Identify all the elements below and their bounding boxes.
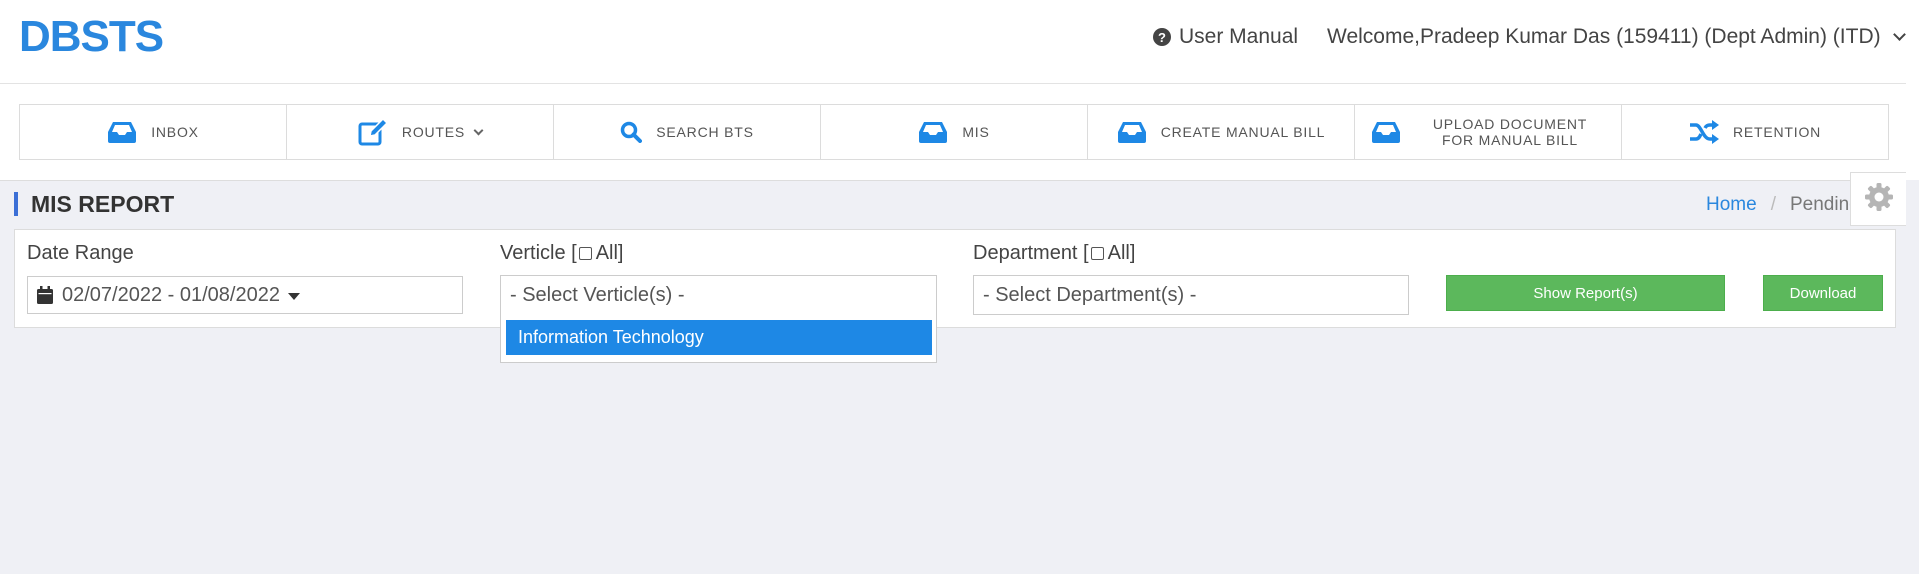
chevron-down-icon	[1892, 27, 1906, 41]
nav-item-search-bts[interactable]: SEARCH BTS	[554, 105, 821, 159]
inbox-icon	[918, 121, 948, 143]
chevron-down-icon	[473, 125, 484, 135]
question-circle-icon: ?	[1153, 28, 1171, 46]
date-range-picker[interactable]: 02/07/2022 - 01/08/2022	[27, 276, 463, 314]
nav-item-routes[interactable]: ROUTES	[287, 105, 554, 159]
department-placeholder: - Select Department(s) -	[983, 283, 1197, 306]
verticle-select[interactable]: - Select Verticle(s) -	[500, 275, 937, 315]
nav-label: ROUTES	[401, 124, 466, 140]
nav-item-mis[interactable]: MIS	[821, 105, 1088, 159]
top-bar: DBSTS ? User Manual Welcome,Pradeep Kuma…	[0, 0, 1919, 84]
inbox-icon	[107, 121, 137, 143]
calendar-icon	[37, 286, 53, 304]
dropdown-option[interactable]: Information Technology	[506, 320, 932, 355]
nav-label: UPLOAD DOCUMENT FOR MANUAL BILL	[1432, 116, 1588, 148]
verticle-placeholder: - Select Verticle(s) -	[510, 283, 685, 306]
filter-panel: Date Range 02/07/2022 - 01/08/2022 Verti…	[14, 229, 1896, 328]
breadcrumb: Home / Pending	[1706, 194, 1860, 216]
app-logo[interactable]: DBSTS	[19, 12, 164, 62]
breadcrumb-home[interactable]: Home	[1706, 194, 1757, 216]
verticle-label: Verticle [ All]	[500, 242, 624, 265]
department-select[interactable]: - Select Department(s) -	[973, 275, 1409, 315]
nav-item-create-manual-bill[interactable]: CREATE MANUAL BILL	[1088, 105, 1355, 159]
nav-label: SEARCH BTS	[656, 124, 754, 140]
show-report-button[interactable]: Show Report(s)	[1446, 275, 1725, 311]
inbox-icon	[1117, 121, 1147, 143]
nav-label: INBOX	[151, 124, 199, 140]
nav-item-inbox[interactable]: INBOX	[20, 105, 287, 159]
nav-label: RETENTION	[1732, 124, 1822, 140]
verticle-all-label: All]	[595, 242, 624, 264]
user-manual-link[interactable]: ? User Manual	[1153, 25, 1298, 49]
verticle-label-text: Verticle [	[500, 242, 577, 264]
scrollbar[interactable]	[1906, 0, 1919, 180]
caret-down-icon	[287, 292, 300, 300]
date-range-label: Date Range	[27, 242, 134, 264]
department-label: Department [ All]	[973, 242, 1135, 265]
nav-item-retention[interactable]: RETENTION	[1622, 105, 1888, 159]
download-button[interactable]: Download	[1763, 275, 1883, 311]
nav-wrapper: INBOX ROUTES SEARCH BTS MIS CREATE MANUA…	[0, 84, 1906, 181]
nav-label: CREATE MANUAL BILL	[1160, 124, 1326, 140]
search-icon	[620, 121, 643, 143]
nav-item-upload-document[interactable]: UPLOAD DOCUMENT FOR MANUAL BILL	[1355, 105, 1622, 159]
verticle-all-checkbox[interactable]	[578, 247, 592, 260]
welcome-text: Welcome,Pradeep Kumar Das (159411) (Dept…	[1327, 25, 1881, 48]
department-all-checkbox[interactable]	[1090, 247, 1104, 260]
department-all-label: All]	[1107, 242, 1136, 264]
user-manual-label: User Manual	[1179, 25, 1299, 48]
date-range-value: 02/07/2022 - 01/08/2022	[62, 283, 280, 306]
shuffle-icon	[1689, 120, 1719, 144]
main-nav: INBOX ROUTES SEARCH BTS MIS CREATE MANUA…	[19, 104, 1889, 160]
inbox-icon	[1371, 121, 1401, 143]
department-label-text: Department [	[973, 242, 1089, 264]
settings-button[interactable]	[1850, 172, 1906, 226]
verticle-dropdown: Information Technology	[500, 314, 937, 363]
gear-icon	[1864, 182, 1894, 217]
nav-label: MIS	[962, 124, 990, 140]
edit-icon	[358, 118, 388, 146]
page-title: MIS REPORT	[14, 192, 174, 216]
user-menu[interactable]: Welcome,Pradeep Kumar Das (159411) (Dept…	[1327, 25, 1906, 49]
breadcrumb-separator: /	[1770, 194, 1776, 215]
